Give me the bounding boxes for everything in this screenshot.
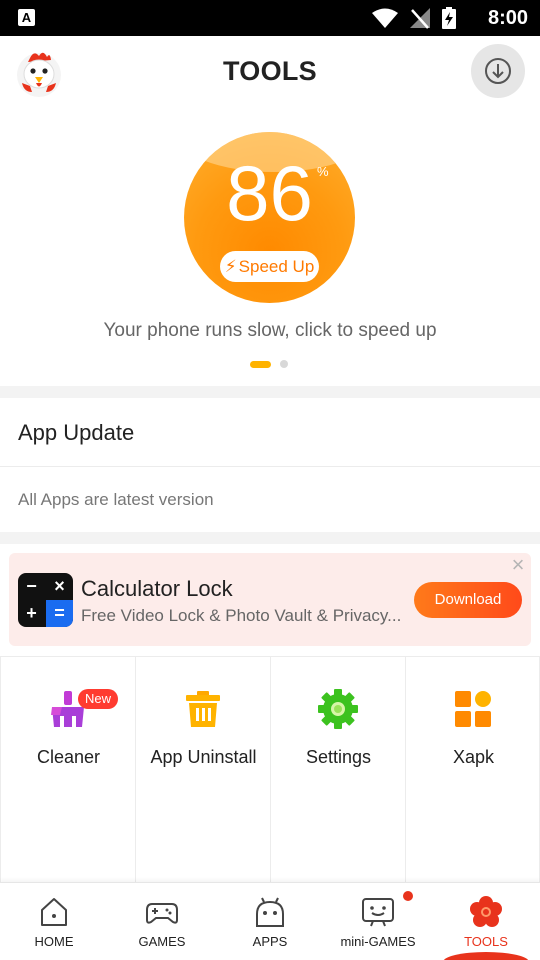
nav-label: APPS [252,934,288,949]
tool-settings[interactable]: Settings [270,657,405,883]
tool-label: App Uninstall [150,747,257,767]
nav-home[interactable]: HOME [0,883,108,960]
speed-up-label: Speed Up [238,257,315,276]
xapk-icon [455,691,491,727]
nav-games[interactable]: GAMES [108,883,216,960]
close-icon[interactable]: × [508,554,528,576]
ad-banner[interactable]: − × + = Calculator Lock Free Video Lock … [9,553,531,646]
status-bar: A 8:00 [0,0,540,36]
equals-icon: = [46,600,73,627]
nav-tools[interactable]: TOOLS [432,883,540,960]
gamepad-icon [146,903,178,924]
status-icons [372,7,456,29]
section-divider [0,386,540,398]
tool-label: Settings [305,747,372,767]
home-icon [41,898,67,926]
ad-title: Calculator Lock [81,576,233,601]
divider [0,466,540,467]
app-update-status: All Apps are latest version [18,490,214,509]
flower-icon [470,896,502,927]
wifi-icon [372,8,398,28]
download-icon [485,58,511,84]
minus-icon: − [26,576,37,596]
battery-charging-icon [442,7,456,29]
lightning-icon: ⚡ [224,257,237,276]
nav-apps[interactable]: APPS [216,883,324,960]
nav-label: HOME [34,934,74,949]
downloads-button[interactable] [471,44,525,98]
no-signal-icon [410,7,430,29]
carousel-dot-active [250,360,271,368]
tool-xapk[interactable]: Xapk [405,657,540,883]
speed-up-button[interactable]: ⚡ Speed Up [220,251,319,282]
header: TOOLS [0,36,540,112]
bottom-nav: HOME GAMES APPS mini-GAMES TOOLS [0,882,540,960]
ad-subtitle: Free Video Lock & Photo Vault & Privacy.… [81,606,402,625]
app-update-title[interactable]: App Update [18,420,134,446]
ad-download-button[interactable]: Download [414,582,522,618]
speed-hint: Your phone runs slow, click to speed up [103,320,437,341]
tool-app-uninstall[interactable]: App Uninstall [135,657,270,883]
tool-label: Xapk [452,747,495,767]
android-icon [256,897,284,927]
multiply-icon: × [54,576,65,596]
mini-games-icon [362,898,394,927]
section-divider [0,532,540,544]
plus-icon: + [26,603,37,623]
tool-label: Cleaner [36,747,101,767]
carousel-dot [280,360,288,368]
speed-up-circle[interactable]: 86 % ⚡ Speed Up [184,132,355,303]
carousel-dots [250,360,288,368]
status-time: 8:00 [487,7,528,29]
tools-grid: New Cleaner App Uninstall Settings Xapk [0,656,540,883]
page-title: TOOLS [222,56,317,86]
nav-label: TOOLS [464,934,508,949]
speed-score-unit: % [317,164,329,179]
tool-cleaner[interactable]: New Cleaner [0,657,135,883]
nav-label: mini-GAMES [340,934,416,949]
speed-score: 86 [226,149,313,237]
gear-icon [318,689,358,729]
calculator-lock-app-icon: − × + = [18,573,73,627]
notification-icon-letter: A [21,10,32,25]
new-badge: New [78,689,119,709]
nav-mini-games[interactable]: mini-GAMES [324,883,432,960]
notification-icon: A [18,9,35,26]
trash-icon [186,691,220,727]
nav-label: GAMES [138,934,186,949]
notification-dot [403,891,413,901]
screen: A 8:00 TOOLS 86 % ⚡ Speed Up Your phone … [0,0,540,960]
